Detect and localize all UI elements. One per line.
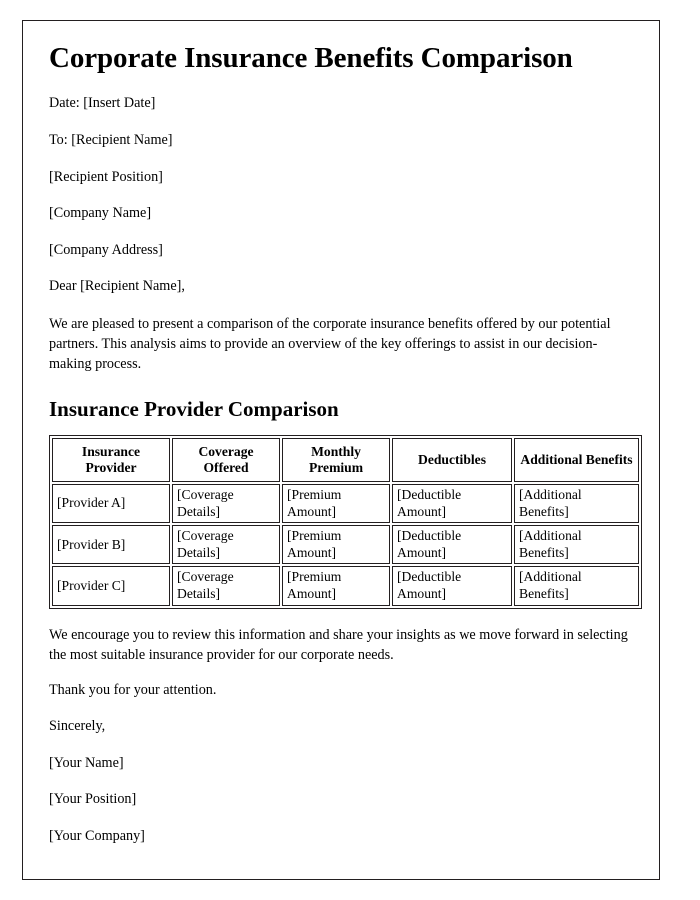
- column-header-deductibles: Deductibles: [392, 438, 512, 483]
- document-body: Corporate Insurance Benefits Comparison …: [49, 42, 642, 864]
- cell-deductible: [Deductible Amount]: [392, 525, 512, 565]
- company-address-line: [Company Address]: [49, 241, 163, 258]
- page-title: Corporate Insurance Benefits Comparison: [49, 42, 573, 74]
- cell-deductible: [Deductible Amount]: [392, 484, 512, 524]
- cell-deductible: [Deductible Amount]: [392, 566, 512, 606]
- intro-paragraph: We are pleased to present a comparison o…: [49, 316, 611, 373]
- signoff-your-company: [Your Company]: [49, 828, 145, 845]
- cell-coverage: [Coverage Details]: [172, 525, 280, 565]
- cell-benefits: [Additional Benefits]: [514, 566, 639, 606]
- signoff-your-name: [Your Name]: [49, 754, 124, 771]
- cell-premium: [Premium Amount]: [282, 566, 390, 606]
- thanks-line: Thank you for your attention.: [49, 681, 217, 698]
- closing-paragraph: We encourage you to review this informat…: [49, 626, 628, 663]
- table-header-row: Insurance Provider Coverage Offered Mont…: [52, 438, 639, 483]
- column-header-coverage-offered: Coverage Offered: [172, 438, 280, 483]
- insurance-comparison-table: Insurance Provider Coverage Offered Mont…: [49, 435, 642, 609]
- section-title: Insurance Provider Comparison: [49, 397, 339, 422]
- column-header-additional-benefits: Additional Benefits: [514, 438, 639, 483]
- table-row: [Provider B] [Coverage Details] [Premium…: [52, 525, 639, 565]
- signoff-your-position: [Your Position]: [49, 791, 137, 808]
- cell-provider: [Provider B]: [52, 525, 170, 565]
- table-row: [Provider A] [Coverage Details] [Premium…: [52, 484, 639, 524]
- signoff-sincerely: Sincerely,: [49, 718, 106, 735]
- salutation-line: Dear [Recipient Name],: [49, 278, 185, 295]
- cell-provider: [Provider C]: [52, 566, 170, 606]
- company-name-line: [Company Name]: [49, 205, 152, 222]
- date-line: Date: [Insert Date]: [49, 95, 156, 112]
- cell-benefits: [Additional Benefits]: [514, 525, 639, 565]
- recipient-position-line: [Recipient Position]: [49, 168, 163, 185]
- cell-benefits: [Additional Benefits]: [514, 484, 639, 524]
- cell-premium: [Premium Amount]: [282, 525, 390, 565]
- cell-coverage: [Coverage Details]: [172, 484, 280, 524]
- column-header-monthly-premium: Monthly Premium: [282, 438, 390, 483]
- recipient-name-line: To: [Recipient Name]: [49, 132, 173, 149]
- column-header-insurance-provider: Insurance Provider: [52, 438, 170, 483]
- document-page-frame: Corporate Insurance Benefits Comparison …: [22, 20, 660, 880]
- cell-premium: [Premium Amount]: [282, 484, 390, 524]
- cell-coverage: [Coverage Details]: [172, 566, 280, 606]
- cell-provider: [Provider A]: [52, 484, 170, 524]
- table-row: [Provider C] [Coverage Details] [Premium…: [52, 566, 639, 606]
